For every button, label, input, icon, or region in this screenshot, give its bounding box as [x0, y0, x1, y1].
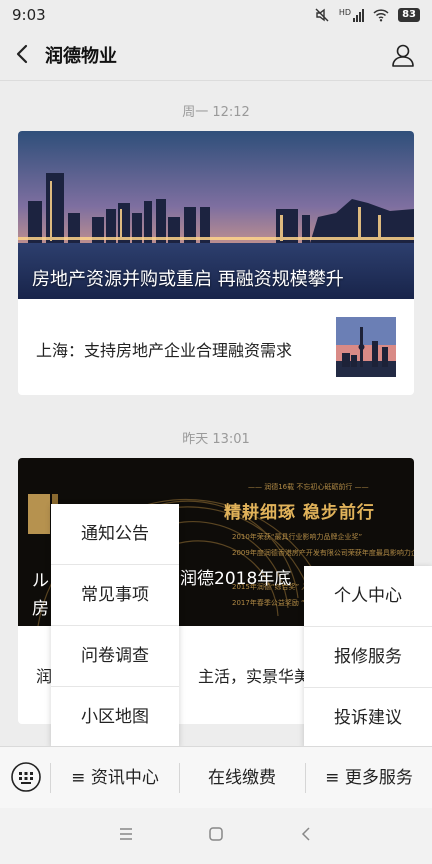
system-nav-bar [0, 808, 432, 864]
menu-divider [50, 763, 51, 793]
keyboard-icon[interactable] [10, 761, 42, 793]
banner-award: 2010年荣获“最具行业影响力品牌企业奖” [232, 533, 363, 541]
news-card[interactable]: 房地产资源并购或重启 再融资规模攀升 上海：支持房地产企业合理融资需求 [18, 131, 414, 395]
submenu-item-complaint[interactable]: 投诉建议 [304, 688, 432, 748]
wifi-icon [373, 9, 389, 22]
top-nav-bar: 润德物业 [0, 30, 432, 81]
banner-caption: —— 润德16载 不忘初心砥砺前行 —— [248, 483, 369, 491]
submenu-item-faq[interactable]: 常见事项 [51, 565, 179, 626]
submenu-item-notice[interactable]: 通知公告 [51, 504, 179, 565]
banner-award: 2009年度润德香港房产开发有限公司荣获年度最具影响力企业 [232, 549, 414, 557]
message-timestamp: 周一 12:12 [182, 105, 250, 120]
news-headline-fragment: ル [32, 571, 49, 591]
status-bar: 9:03 HD 83 [0, 0, 432, 30]
message-timestamp: 昨天 13:01 [182, 432, 250, 447]
submenu-item-community-map[interactable]: 小区地图 [51, 687, 179, 747]
submenu-item-personal-center[interactable]: 个人中心 [304, 566, 432, 627]
status-icons: HD 83 [314, 7, 420, 23]
network-label: HD [338, 8, 352, 17]
news-sub-title[interactable]: 上海：支持房地产企业合理融资需求 [36, 337, 292, 361]
status-time: 9:03 [12, 6, 46, 24]
menu-news-center[interactable]: ≡ 资讯中心 [52, 747, 178, 809]
back-icon[interactable] [298, 826, 314, 842]
menu-more-services[interactable]: ≡ 更多服务 [306, 747, 432, 809]
shanghai-thumbnail-image[interactable] [336, 317, 396, 377]
banner-heading: 精耕细琢 稳步前行 [224, 503, 375, 523]
back-arrow-icon[interactable] [12, 40, 34, 68]
submenu-item-survey[interactable]: 问卷调查 [51, 626, 179, 687]
menu-online-payment[interactable]: 在线缴费 [180, 747, 304, 809]
battery-icon: 83 [398, 8, 420, 22]
news-sub-item[interactable]: 上海：支持房地产企业合理融资需求 [18, 299, 414, 395]
news-headline-fragment: 房 [32, 599, 49, 619]
mute-icon [315, 8, 329, 22]
service-menu-bar: ≡ 资讯中心 在线缴费 ≡ 更多服务 [0, 746, 432, 809]
home-icon[interactable] [208, 826, 224, 842]
news-headline[interactable]: 润德2018年底 [180, 564, 291, 589]
news-sub-title-fragment: 润 [36, 667, 53, 686]
submenu-right: 个人中心 报修服务 投诉建议 [304, 566, 432, 748]
signal-icon: HD [338, 8, 365, 22]
profile-icon[interactable] [390, 42, 416, 68]
submenu-item-repair-service[interactable]: 报修服务 [304, 627, 432, 688]
page-title: 润德物业 [45, 46, 117, 67]
submenu-left: 通知公告 常见事项 问卷调查 小区地图 [51, 504, 179, 747]
menu-icon[interactable] [118, 826, 134, 842]
news-headline[interactable]: 房地产资源并购或重启 再融资规模攀升 [32, 265, 344, 291]
